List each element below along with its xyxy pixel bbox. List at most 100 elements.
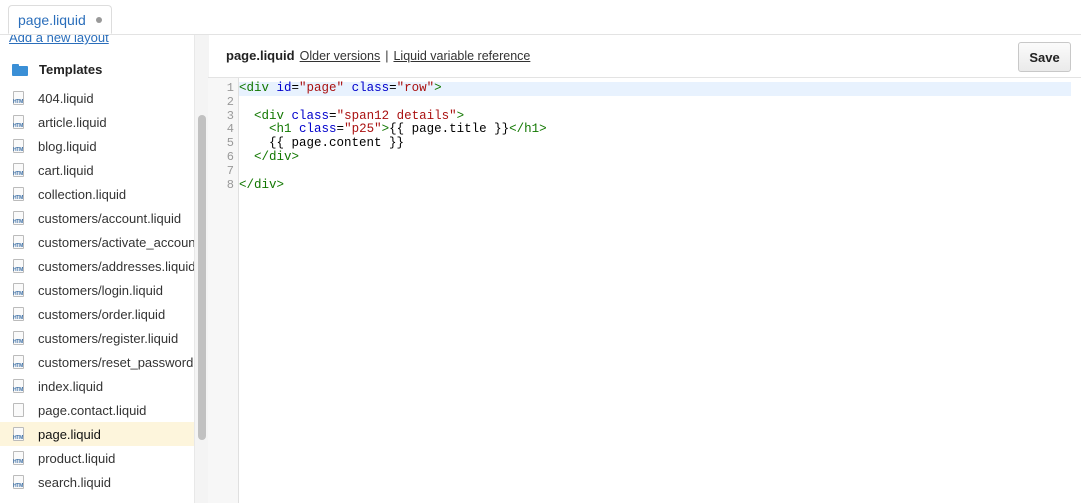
section-title: Templates [39, 62, 103, 77]
htm-file-icon: HTM [13, 186, 25, 202]
tab-label: page.liquid [18, 11, 86, 28]
template-sidebar: Add a new layout Templates HTM 404.liquid… [0, 35, 195, 503]
separator: | [385, 49, 389, 63]
file-icon [13, 402, 25, 418]
template-item-label: 404.liquid [38, 90, 94, 106]
code-token: = [291, 81, 300, 95]
unsaved-dot-icon [95, 16, 102, 23]
template-item[interactable]: HTM product.liquid [0, 446, 195, 470]
code-area[interactable]: 1 <div id="page" class="row"> 2 3 <div clas… [227, 81, 1071, 193]
code-token: "p25" [344, 122, 382, 137]
template-item[interactable]: HTM 404.liquid [0, 86, 195, 110]
template-item[interactable]: HTM customers/account.liquid [0, 206, 195, 230]
htm-file-icon: HTM [13, 114, 25, 130]
template-item-label: collection.liquid [38, 186, 127, 202]
line-number: 7 [226, 163, 234, 178]
htm-file-icon: HTM [13, 138, 25, 154]
template-item[interactable]: HTM customers/addresses.liquid [0, 254, 195, 278]
template-item-label: customers/addresses.liquid [38, 258, 195, 274]
template-item-label: customers/activate_account.liquid [38, 234, 195, 250]
older-versions-link[interactable]: Older versions [300, 49, 381, 63]
template-item[interactable]: HTM collection.liquid [0, 182, 195, 206]
template-item[interactable]: HTM customers/reset_password.liquid [0, 350, 195, 374]
code-token: > [381, 122, 390, 137]
template-item-label: customers/register.liquid [38, 330, 179, 346]
template-item-label: customers/account.liquid [38, 210, 182, 226]
template-item-label: article.liquid [38, 114, 107, 130]
template-item-label: search.liquid [38, 474, 111, 490]
template-item-label: index.liquid [38, 378, 104, 394]
line-number: 6 [226, 149, 234, 164]
htm-file-icon: HTM [13, 258, 25, 274]
sidebar-scrollbar[interactable] [194, 35, 209, 503]
htm-file-icon: HTM [13, 210, 25, 226]
templates-section-header[interactable]: Templates [12, 62, 102, 77]
template-item[interactable]: HTM index.liquid [0, 374, 195, 398]
template-item-label: customers/login.liquid [38, 282, 164, 298]
code-token: "row" [396, 81, 435, 95]
code-token: {{ page.content }} [239, 136, 405, 151]
template-item[interactable]: HTM page.liquid [0, 422, 195, 446]
code-token: </h1> [509, 122, 547, 137]
code-editor[interactable]: 1 <div id="page" class="row"> 2 3 <div clas… [208, 78, 1081, 503]
editor-panel: page.liquid Older versions | Liquid vari… [208, 35, 1081, 503]
editor-header: page.liquid Older versions | Liquid vari… [208, 35, 1081, 78]
template-item-label: product.liquid [38, 450, 116, 466]
file-title: page.liquid [226, 48, 295, 63]
template-item[interactable]: HTM customers/register.liquid [0, 326, 195, 350]
add-layout-link[interactable]: Add a new layout [9, 35, 109, 45]
htm-file-icon: HTM [13, 234, 25, 250]
htm-file-icon: HTM [13, 330, 25, 346]
htm-file-icon: HTM [13, 378, 25, 394]
template-item-label: blog.liquid [38, 138, 97, 154]
code-token: "span12 details" [336, 108, 457, 123]
template-list: HTM 404.liquid HTM article.liquid HTM blog.li… [0, 86, 195, 494]
htm-file-icon: HTM [13, 474, 25, 490]
line-number: 2 [226, 94, 234, 109]
template-item[interactable]: HTM customers/activate_account.liquid [0, 230, 195, 254]
scrollbar-thumb[interactable] [198, 115, 206, 440]
template-item[interactable]: HTM customers/order.liquid [0, 302, 195, 326]
template-item-label: customers/order.liquid [38, 306, 166, 322]
template-item[interactable]: HTM blog.liquid [0, 134, 195, 158]
htm-file-icon: HTM [13, 450, 25, 466]
htm-file-icon: HTM [13, 162, 25, 178]
template-item[interactable]: page.contact.liquid [0, 398, 195, 422]
code-token: <div [239, 81, 277, 95]
code-line: 2 [227, 95, 1071, 110]
tab-bar: page.liquid [0, 0, 1081, 35]
code-token: = [336, 122, 345, 137]
code-line: 8 </div> [227, 177, 1071, 193]
code-token: id [276, 81, 292, 95]
line-number: 8 [226, 177, 234, 192]
code-line: 6 </div> [227, 150, 1071, 165]
line-number: 1 [226, 81, 234, 95]
code-line: 3 <div class="span12 details"> [227, 108, 1071, 124]
code-line: 7 [227, 164, 1071, 179]
code-token: class [299, 122, 337, 137]
template-item[interactable]: HTM cart.liquid [0, 158, 195, 182]
line-number: 4 [226, 122, 234, 137]
htm-file-icon: HTM [13, 306, 25, 322]
code-token: {{ page.title }} [389, 122, 510, 137]
template-item-label: customers/reset_password.liquid [38, 354, 195, 370]
code-token: <div [254, 108, 292, 123]
code-token: "page" [299, 81, 345, 95]
template-item[interactable]: HTM article.liquid [0, 110, 195, 134]
template-item[interactable]: HTM customers/login.liquid [0, 278, 195, 302]
code-token: = [389, 81, 397, 95]
htm-file-icon: HTM [13, 354, 25, 370]
tab-page-liquid[interactable]: page.liquid [8, 5, 112, 34]
code-token: </div> [239, 177, 285, 192]
save-button[interactable]: Save [1018, 42, 1071, 72]
code-line: 4 <h1 class="p25">{{ page.title }}</h1> [227, 122, 1071, 137]
line-number: 3 [226, 108, 234, 123]
code-token: = [329, 108, 337, 123]
template-item[interactable]: HTM search.liquid [0, 470, 195, 494]
code-token: <h1 [269, 122, 300, 137]
template-item-label: page.contact.liquid [38, 402, 147, 418]
folder-icon [12, 63, 28, 76]
variable-reference-link[interactable]: Liquid variable reference [393, 49, 530, 63]
